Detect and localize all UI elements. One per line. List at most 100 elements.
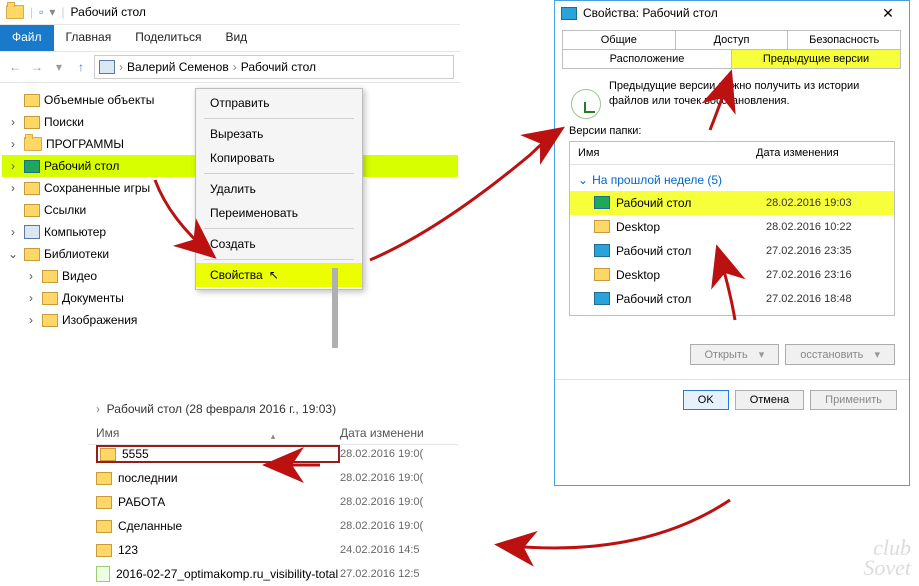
search-icon (24, 116, 40, 129)
file-icon (96, 566, 110, 582)
version-name: Рабочий стол (616, 292, 691, 306)
menu-item[interactable]: Создать (196, 232, 362, 256)
menu-separator (204, 173, 354, 174)
cancel-button[interactable]: Отмена (735, 390, 804, 410)
dialog-buttons: OK Отмена Применить (555, 379, 909, 420)
version-row[interactable]: Рабочий стол 28.02.2016 19:03 (570, 191, 894, 215)
version-row[interactable]: Рабочий стол27.02.2016 23:35 (570, 239, 894, 263)
link-icon (24, 204, 40, 217)
version-row[interactable]: Рабочий стол27.02.2016 18:48 (570, 287, 894, 311)
close-button[interactable]: ✕ (873, 5, 903, 22)
list-item[interactable]: 555528.02.2016 19:0( (88, 442, 458, 466)
expand-icon[interactable]: › (6, 137, 20, 151)
tree-item-label: Видео (62, 269, 97, 283)
cube-icon (24, 94, 40, 107)
version-row[interactable]: Desktop27.02.2016 23:16 (570, 263, 894, 287)
version-name: Рабочий стол (616, 244, 691, 258)
expand-icon[interactable]: › (24, 291, 38, 305)
img-icon (42, 314, 58, 327)
qat-sep: | (30, 5, 33, 19)
versions-list: Имя Дата изменения ⌄ На прошлой неделе (… (569, 141, 895, 316)
pc-icon (24, 225, 40, 239)
ribbon-tab-view[interactable]: Вид (213, 25, 259, 51)
open-button[interactable]: Открыть ▾ (690, 344, 780, 365)
folder-icon (24, 137, 42, 151)
col-date[interactable]: Дата изменения (748, 142, 894, 164)
restore-button[interactable]: осстановить ▾ (785, 344, 895, 365)
qat-sep2: | (61, 5, 64, 19)
version-name: Desktop (616, 268, 660, 282)
menu-item[interactable]: Копировать (196, 146, 362, 170)
folder-icon (6, 5, 24, 19)
version-date: 28.02.2016 19:03 (766, 197, 886, 209)
expand-icon[interactable]: ⌄ (6, 247, 20, 261)
expand-icon[interactable]: › (6, 115, 20, 129)
apply-button[interactable]: Применить (810, 390, 897, 410)
version-name: Рабочий стол (616, 196, 691, 210)
menu-item[interactable]: Переименовать (196, 201, 362, 225)
tree-item[interactable]: ›Документы (2, 287, 458, 309)
address-bar[interactable]: › Валерий Семенов › Рабочий стол (94, 55, 454, 79)
ok-button[interactable]: OK (683, 390, 729, 410)
properties-tab[interactable]: Безопасность (787, 30, 901, 50)
ribbon-tab-share[interactable]: Поделиться (123, 25, 213, 51)
video-icon (42, 270, 58, 283)
desktop-icon (594, 244, 610, 257)
tree-item[interactable]: ›Изображения (2, 309, 458, 331)
watermark: clubSovet (863, 538, 911, 578)
nav-recent[interactable]: ▾ (50, 58, 68, 76)
menu-item[interactable]: Вырезать (196, 122, 362, 146)
menu-separator (204, 259, 354, 260)
list-item[interactable]: РАБОТА28.02.2016 19:0( (88, 490, 458, 514)
list-item[interactable]: последнии28.02.2016 19:0( (88, 466, 458, 490)
nav-fwd[interactable]: → (28, 58, 46, 76)
menu-item[interactable]: Удалить (196, 177, 362, 201)
chevron-icon: › (233, 60, 237, 74)
properties-tab[interactable]: Общие (562, 30, 676, 50)
breadcrumb-user[interactable]: Валерий Семенов (127, 60, 229, 74)
folder-icon (96, 520, 112, 533)
expand-icon[interactable]: › (6, 159, 20, 173)
tree-item-label: Поиски (44, 115, 84, 129)
pc-icon (99, 60, 115, 74)
nav-back[interactable]: ← (6, 58, 24, 76)
item-date: 28.02.2016 19:0( (340, 472, 450, 484)
chevron-down-icon: ▾ (759, 349, 765, 361)
expand-icon[interactable]: › (6, 181, 20, 195)
breadcrumb-folder[interactable]: Рабочий стол (241, 60, 316, 74)
nav-up[interactable]: ↑ (72, 58, 90, 76)
tree-item-label: Компьютер (44, 225, 106, 239)
expand-icon[interactable]: › (6, 225, 20, 239)
list-item[interactable]: 2016-02-27_optimakomp.ru_visibility-tota… (88, 562, 458, 586)
address-bar-row: ← → ▾ ↑ › Валерий Семенов › Рабочий стол (0, 51, 460, 83)
qat-dd[interactable]: ▾ (49, 5, 55, 19)
version-group[interactable]: ⌄ На прошлой неделе (5) (570, 169, 894, 191)
version-row[interactable]: Desktop28.02.2016 10:22 (570, 215, 894, 239)
col-name[interactable]: Имя (96, 426, 340, 440)
chevron-down-icon: ▾ (874, 349, 880, 361)
prev-versions-desc: Предыдущие версии можно получить из исто… (609, 79, 899, 109)
list-item[interactable]: Сделанные28.02.2016 19:0( (88, 514, 458, 538)
col-name[interactable]: Имя (570, 142, 748, 164)
version-actions: Открыть ▾ осстановить ▾ (555, 338, 909, 371)
list-item[interactable]: 12324.02.2016 14:5 (88, 538, 458, 562)
versions-header: Имя Дата изменения (570, 142, 894, 165)
version-name: Desktop (616, 220, 660, 234)
ribbon-tab-file[interactable]: Файл (0, 25, 54, 51)
qat-icon[interactable]: ▫ (39, 5, 43, 19)
ribbon-tab-home[interactable]: Главная (54, 25, 124, 51)
expand-icon[interactable]: › (24, 269, 38, 283)
properties-tab[interactable]: Расположение (562, 49, 732, 69)
tree-item-label: Ссылки (44, 203, 86, 217)
expand-icon[interactable]: › (24, 313, 38, 327)
properties-tab[interactable]: Предыдущие версии (731, 49, 901, 69)
col-date[interactable]: Дата изменени (340, 426, 450, 440)
menu-item[interactable]: Отправить (196, 91, 362, 115)
tree-item-label: Сохраненные игры (44, 181, 150, 195)
save-icon (24, 182, 40, 195)
item-name: 123 (118, 543, 138, 557)
versions-label: Версии папки: (569, 125, 895, 137)
history-icon (571, 89, 601, 119)
chevron-icon: › (119, 60, 123, 74)
properties-tab[interactable]: Доступ (675, 30, 789, 50)
